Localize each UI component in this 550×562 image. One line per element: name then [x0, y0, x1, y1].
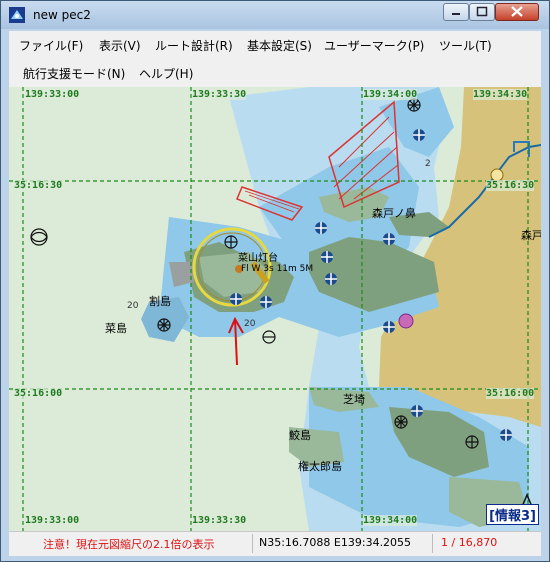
menu-help[interactable]: ヘルプ(H)	[139, 65, 193, 82]
grid-label-lon-1: 139:33:00	[25, 89, 80, 100]
place-warishima: 割島	[149, 295, 171, 308]
menu-bar: ファイル(F) 表示(V) ルート設計(R) 基本設定(S) ユーザーマーク(P…	[9, 31, 541, 87]
maximize-icon	[476, 6, 488, 17]
menu-tools[interactable]: ツール(T)	[439, 37, 492, 54]
menu-basic-settings[interactable]: 基本設定(S)	[247, 37, 312, 54]
info-button[interactable]: [情報3]	[486, 504, 539, 525]
grid-label-lon-3: 139:34:00	[363, 89, 418, 100]
menu-file[interactable]: ファイル(F)	[19, 37, 83, 54]
place-samejima: 鮫島	[289, 429, 311, 442]
grid-label-lat-1: 35:16:30	[14, 180, 63, 191]
scale-warning: 注意！現在元図縮尺の2.1倍の表示	[43, 538, 215, 551]
menu-user-mark[interactable]: ユーザーマーク(P)	[324, 37, 424, 54]
minimize-icon	[452, 13, 460, 15]
close-icon	[511, 6, 523, 17]
grid-label-lon-bottom-2: 139:33:30	[192, 515, 247, 526]
maximize-button[interactable]	[469, 3, 495, 21]
menu-route-design[interactable]: ルート設計(R)	[155, 37, 233, 54]
place-gontaroujima: 権太郎島	[298, 460, 342, 473]
place-nayama-lighthouse: 菜山灯台	[238, 253, 278, 264]
place-shibasaki: 芝埼	[343, 393, 365, 406]
grid-label-lon-2: 139:33:30	[192, 89, 247, 100]
status-bar: 注意！現在元図縮尺の2.1倍の表示 N35:16.7088 E139:34.20…	[9, 531, 541, 556]
light-characteristic: Fl W 3s 11m 5M	[241, 264, 314, 274]
minimize-button[interactable]	[443, 3, 469, 21]
menu-navigation-mode[interactable]: 航行支援モード(N)	[23, 65, 125, 82]
place-morito: 森戸	[521, 229, 541, 242]
status-separator	[432, 534, 433, 553]
window-title: new pec2	[33, 8, 91, 22]
depth-sounding: 2	[425, 159, 431, 169]
close-button[interactable]	[495, 3, 539, 21]
menu-view[interactable]: 表示(V)	[99, 37, 141, 54]
depth-sounding: 20	[127, 301, 139, 311]
title-bar: new pec2	[1, 1, 549, 29]
grid-label-lon-4: 139:34:30	[473, 89, 528, 100]
chart-map[interactable]: 139:33:00 139:33:30 139:34:00 139:34:30 …	[9, 87, 541, 531]
app-window: new pec2 ファイル(F) 表示(V) ルート設計(R) 基本設定(S) …	[0, 0, 550, 562]
chart-canvas	[9, 87, 541, 531]
place-morito-bana: 森戸ノ鼻	[372, 207, 416, 220]
grid-label-lat-2: 35:16:00	[14, 388, 63, 399]
grid-label-lat-right-2: 35:16:00	[486, 388, 535, 399]
place-najima: 菜島	[105, 322, 127, 335]
chart-scale: 1 / 16,870	[441, 536, 498, 549]
status-separator	[252, 534, 253, 553]
depth-sounding: 20	[244, 319, 256, 329]
grid-label-lat-right-1: 35:16:30	[486, 180, 535, 191]
grid-label-lon-bottom-1: 139:33:00	[25, 515, 80, 526]
app-icon	[9, 7, 25, 23]
cursor-position: N35:16.7088 E139:34.2055	[259, 536, 412, 549]
grid-label-lon-bottom-3: 139:34:00	[363, 515, 418, 526]
